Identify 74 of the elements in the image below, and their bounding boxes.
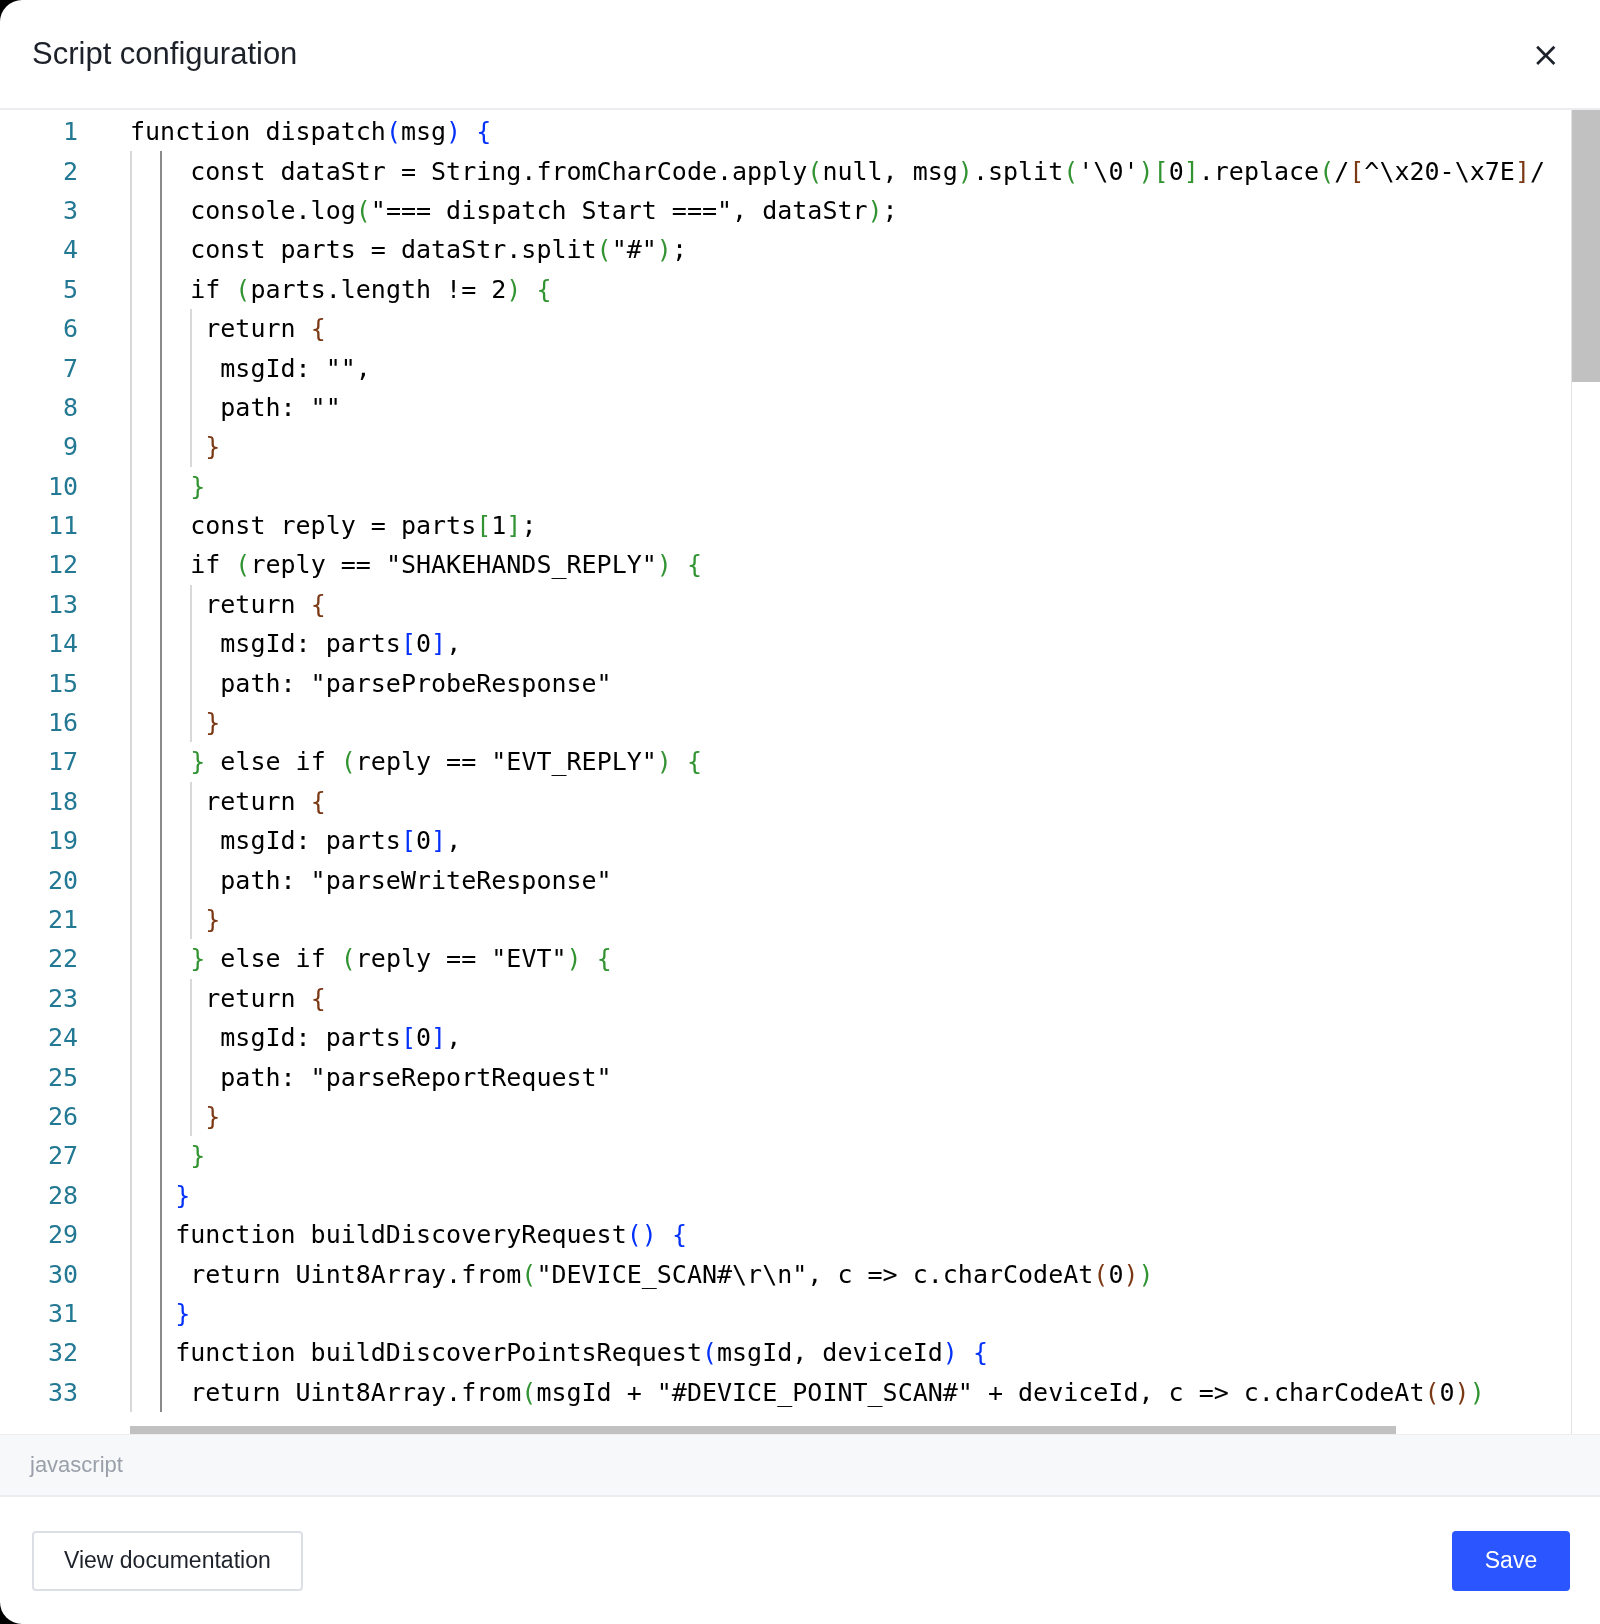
code-line: return {	[204, 589, 326, 619]
code-line: if (parts.length != 2) {	[189, 274, 552, 304]
code-line: } else if (reply == "EVT_REPLY") {	[189, 747, 703, 777]
line-number: 23	[46, 983, 78, 1013]
code-line: return {	[204, 983, 326, 1013]
line-number: 31	[46, 1298, 78, 1328]
line-number: 6	[61, 314, 78, 344]
save-button[interactable]: Save	[1452, 1530, 1570, 1591]
line-number: 21	[46, 905, 78, 934]
line-number: 19	[46, 826, 78, 856]
code-line: }	[174, 1180, 191, 1210]
line-number: 9	[61, 432, 78, 462]
code-line: return {	[204, 314, 326, 344]
code-line: return Uint8Array.from(msgId + "#DEVICE_POINT_SCAN#" + deviceId, c => c.charCodeAt(0))	[189, 1377, 1485, 1407]
line-number: 25	[46, 1062, 78, 1092]
line-number: 20	[46, 865, 78, 895]
code-line: msgId: parts[0],	[219, 629, 462, 659]
code-line: function buildDiscoverPointsRequest(msgId, deviceId) {	[174, 1338, 988, 1368]
line-number: 14	[46, 629, 78, 659]
line-number: 33	[46, 1377, 78, 1407]
line-number: 4	[61, 235, 78, 265]
code-line: }	[204, 905, 221, 934]
code-line: return Uint8Array.from("DEVICE_SCAN#\r\n", c => c.charCodeAt(0))	[189, 1259, 1154, 1289]
code-line: function dispatch(msg) {	[130, 117, 492, 147]
line-number: 8	[61, 392, 78, 422]
code-editor[interactable]	[0, 110, 1600, 1497]
horizontal-scrollbar[interactable]	[130, 1426, 1396, 1434]
code-line: msgId: parts[0],	[219, 1023, 462, 1053]
line-number: 27	[46, 1141, 78, 1171]
language-label: javascript	[30, 1452, 123, 1478]
line-number: 7	[61, 353, 78, 383]
code-line: }	[189, 1141, 206, 1171]
line-number: 11	[46, 511, 78, 541]
code-line: return {	[204, 786, 326, 816]
view-documentation-button[interactable]: View documentation	[32, 1530, 303, 1591]
line-number: 10	[46, 471, 78, 501]
code-line: path: ""	[219, 392, 341, 422]
line-number: 1	[61, 117, 78, 147]
code-line: }	[174, 1298, 191, 1328]
line-number: 18	[46, 786, 78, 816]
code-line: msgId: parts[0],	[219, 826, 462, 856]
code-line: path: "parseReportRequest"	[219, 1062, 612, 1092]
line-number: 13	[46, 589, 78, 619]
code-line: path: "parseWriteResponse"	[219, 865, 612, 895]
line-number: 2	[61, 156, 78, 186]
code-line: }	[189, 471, 206, 501]
line-number: 22	[46, 944, 78, 974]
code-line: console.log("=== dispatch Start ===", dataStr);	[189, 195, 898, 225]
code-line: }	[204, 708, 221, 738]
line-number: 3	[61, 195, 78, 225]
code-line: function buildDiscoveryRequest() {	[174, 1220, 687, 1250]
line-number: 5	[61, 274, 78, 304]
close-button[interactable]: ×	[1525, 34, 1566, 74]
code-line: }	[204, 432, 221, 462]
line-number: 24	[46, 1023, 78, 1053]
code-line: } else if (reply == "EVT") {	[189, 944, 612, 974]
line-number: 29	[46, 1220, 78, 1250]
line-number: 26	[46, 1101, 78, 1131]
line-number: 12	[46, 550, 78, 580]
code-line: if (reply == "SHAKEHANDS_REPLY") {	[189, 550, 702, 580]
code-line: }	[204, 1101, 221, 1131]
line-number: 28	[46, 1180, 78, 1210]
code-line: path: "parseProbeResponse"	[219, 668, 612, 698]
line-number: 15	[46, 668, 78, 698]
vertical-scrollbar[interactable]	[1572, 110, 1600, 382]
line-number: 30	[46, 1259, 78, 1289]
dialog-title: Script configuration	[32, 36, 298, 72]
code-line: const dataStr = String.fromCharCode.apply(null, msg).split('\0')[0].replace(/[^\x20-\x7E]/	[189, 156, 1545, 186]
line-number: 17	[46, 747, 78, 777]
code-line: msgId: "",	[219, 353, 371, 383]
line-number: 32	[46, 1338, 78, 1368]
code-line: const parts = dataStr.split("#");	[189, 235, 687, 265]
code-line: const reply = parts[1];	[189, 511, 537, 541]
line-number: 16	[46, 708, 78, 738]
